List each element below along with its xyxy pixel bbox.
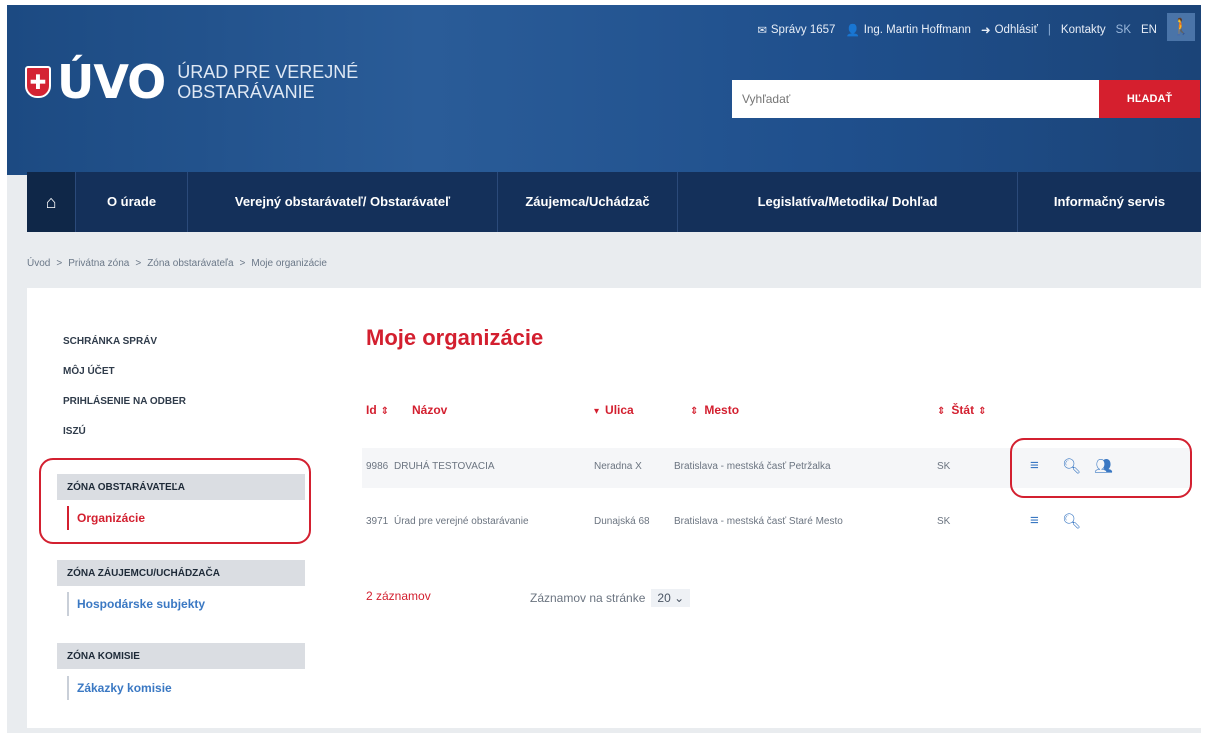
cell-stat: SK xyxy=(937,461,951,472)
nav-item-informacny-servis[interactable]: Informačný servis xyxy=(1017,172,1201,232)
sidebar-item-hospodarske-subjekty[interactable]: Hospodárske subjekty xyxy=(67,592,205,616)
record-count: 2 záznamov xyxy=(366,589,431,603)
search-icon[interactable]: 🔍︎ xyxy=(1062,512,1081,530)
site-header: ✉ Správy 1657 👤 Ing. Martin Hoffmann ➜ O… xyxy=(7,5,1201,175)
cell-mesto: Bratislava - mestská časť Staré Mesto xyxy=(674,516,843,527)
breadcrumb-separator: > xyxy=(56,258,63,269)
page-frame: ✉ Správy 1657 👤 Ing. Martin Hoffmann ➜ O… xyxy=(7,5,1201,733)
breadcrumb-item[interactable]: Privátna zóna xyxy=(68,258,129,269)
user-link[interactable]: 👤 Ing. Martin Hoffmann xyxy=(845,23,971,37)
main-nav: ⌂ O úrade Verejný obstarávateľ/ Obstaráv… xyxy=(27,172,1201,232)
coat-of-arms-icon: ✚ xyxy=(25,66,51,98)
breadcrumb-item[interactable]: Úvod xyxy=(27,258,50,269)
column-header-stat[interactable]: ⇕ Štát ⇕ xyxy=(937,403,986,417)
divider: | xyxy=(1047,24,1051,36)
sort-icon: ⇕ xyxy=(937,406,946,417)
sidebar-item-iszu[interactable]: ISZÚ xyxy=(63,426,86,437)
cell-mesto: Bratislava - mestská časť Petržalka xyxy=(674,461,831,472)
messages-label: Správy 1657 xyxy=(770,24,836,36)
per-page: Záznamov na stránke 20 ⌄ xyxy=(530,589,691,607)
cell-id: 9986 xyxy=(366,461,389,472)
zone-head-zaujemcu: ZÓNA ZÁUJEMCU/UCHÁDZAČA xyxy=(57,560,305,586)
nav-item-zaujemca[interactable]: Záujemca/Uchádzač xyxy=(497,172,677,232)
logo-short: ÚVO xyxy=(57,55,166,109)
search-input[interactable] xyxy=(732,80,1099,118)
nav-item-legislativa[interactable]: Legislatíva/Metodika/ Dohľad xyxy=(677,172,1017,232)
cell-ulica: Neradna X xyxy=(594,461,642,472)
column-header-mesto[interactable]: ⇕ Mesto xyxy=(690,403,739,417)
zone-head-komisie: ZÓNA KOMISIE xyxy=(57,643,305,669)
lang-sk-link[interactable]: SK xyxy=(1116,24,1131,36)
per-page-select[interactable]: 20 ⌄ xyxy=(651,589,691,607)
sidebar-item-moj-ucet[interactable]: MÔJ ÚČET xyxy=(63,366,115,377)
highlight-ring xyxy=(39,458,311,544)
sidebar-item-schranka[interactable]: SCHRÁNKA SPRÁV xyxy=(63,336,157,347)
cell-stat: SK xyxy=(937,516,951,527)
nav-item-o-urade[interactable]: O úrade xyxy=(75,172,187,232)
logo-line-1: ÚRAD PRE VEREJNÉ xyxy=(177,62,359,82)
user-name: Ing. Martin Hoffmann xyxy=(863,24,971,36)
sort-icon: ⇕ xyxy=(380,406,390,417)
cell-ulica: Dunajská 68 xyxy=(594,516,650,527)
accessibility-icon[interactable]: 🚶 xyxy=(1167,13,1195,41)
page-title: Moje organizácie xyxy=(366,325,544,350)
lang-en-link[interactable]: EN xyxy=(1141,24,1157,36)
column-header-nazov[interactable]: Názov xyxy=(412,403,447,417)
logout-label: Odhlásiť xyxy=(994,24,1038,36)
column-header-ulica[interactable]: ▾ Ulica xyxy=(594,403,634,417)
breadcrumb-item[interactable]: Zóna obstarávateľa xyxy=(147,258,233,269)
chevron-down-icon: ⌄ xyxy=(674,591,685,605)
breadcrumb-current: Moje organizácie xyxy=(251,258,327,269)
column-header-id[interactable]: Id ⇕ xyxy=(366,403,389,417)
nav-item-verejny-obstaravatel[interactable]: Verejný obstarávateľ/ Obstarávateľ xyxy=(187,172,497,232)
messages-link[interactable]: ✉ Správy 1657 xyxy=(757,23,835,37)
main-content: Moje organizácie Id ⇕ Názov ▾ Ulica ⇕ Mesto… xyxy=(322,288,1201,728)
list-icon[interactable]: ≡ xyxy=(1030,512,1039,529)
logout-icon: ➜ xyxy=(980,25,991,37)
top-bar: ✉ Správy 1657 👤 Ing. Martin Hoffmann ➜ O… xyxy=(757,13,1195,41)
home-icon[interactable]: ⌂ xyxy=(27,172,75,232)
site-logo[interactable]: ✚ ÚVO ÚRAD PRE VEREJNÉ OBSTARÁVANIE xyxy=(25,55,358,109)
sort-icon: ⇕ xyxy=(978,406,987,417)
envelope-icon: ✉ xyxy=(757,25,767,37)
sort-desc-icon: ▾ xyxy=(594,406,600,417)
highlight-ring xyxy=(1010,438,1192,498)
cell-id: 3971 xyxy=(366,516,389,527)
contacts-link[interactable]: Kontakty xyxy=(1061,24,1106,36)
sidebar-item-zakazky-komisie[interactable]: Zákazky komisie xyxy=(67,676,172,700)
cell-nazov: DRUHÁ TESTOVACIA xyxy=(394,461,495,472)
sidebar: SCHRÁNKA SPRÁV MÔJ ÚČET PRIHLÁSENIE NA O… xyxy=(27,288,322,728)
search-button[interactable]: HĽADAŤ xyxy=(1099,80,1200,118)
logo-text: ÚRAD PRE VEREJNÉ OBSTARÁVANIE xyxy=(177,62,358,102)
per-page-label: Záznamov na stránke xyxy=(530,591,646,605)
cell-nazov: Úrad pre verejné obstarávanie xyxy=(394,516,529,527)
sort-icon: ⇕ xyxy=(690,406,699,417)
table-row[interactable]: 3971 Úrad pre verejné obstarávanie Dunaj… xyxy=(362,503,1192,543)
breadcrumb-separator: > xyxy=(239,258,246,269)
breadcrumb-separator: > xyxy=(135,258,142,269)
sidebar-item-prihlasenie[interactable]: PRIHLÁSENIE NA ODBER xyxy=(63,396,186,407)
logout-link[interactable]: ➜ Odhlásiť xyxy=(981,23,1038,37)
user-icon: 👤 xyxy=(845,25,860,37)
search-box: HĽADAŤ xyxy=(732,80,1200,118)
breadcrumb: Úvod > Privátna zóna > Zóna obstarávateľ… xyxy=(27,258,327,269)
logo-line-2: OBSTARÁVANIE xyxy=(177,82,315,102)
